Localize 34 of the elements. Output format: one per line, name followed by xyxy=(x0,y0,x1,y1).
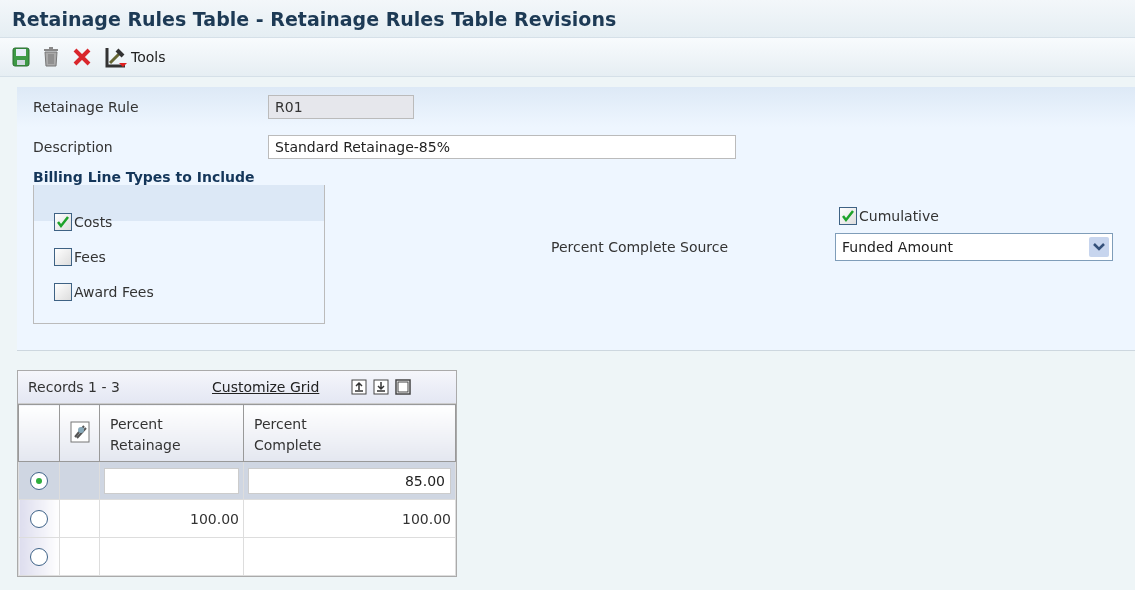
checkbox-label: Award Fees xyxy=(74,284,154,300)
maximize-icon[interactable] xyxy=(395,379,412,395)
trash-icon[interactable] xyxy=(43,47,59,67)
checkbox[interactable] xyxy=(54,213,72,231)
checkbox-label: Cumulative xyxy=(859,208,939,224)
field-label: Retainage Rule xyxy=(33,99,140,115)
chevron-down-icon xyxy=(1089,237,1109,257)
row-radio[interactable] xyxy=(30,509,48,528)
field-label: Percent Complete Source xyxy=(551,239,730,255)
row-radio[interactable] xyxy=(30,471,48,490)
group-title: Billing Line Types to Include xyxy=(32,169,256,185)
checkbox[interactable] xyxy=(54,283,72,301)
source-dropdown[interactable]: Funded Amount xyxy=(835,233,1113,261)
cell-input[interactable]: 85.00 xyxy=(248,467,451,494)
checkbox-label: Costs xyxy=(74,214,113,230)
table-cell: 100.00 xyxy=(190,510,239,527)
hammer-ruler-icon[interactable] xyxy=(105,46,127,68)
export-icon[interactable] xyxy=(351,379,368,395)
row-radio[interactable] xyxy=(30,547,48,566)
window-title: Retainage Rules Table - Retainage Rules Table Revisions xyxy=(12,7,617,30)
close-icon[interactable] xyxy=(72,47,92,67)
customize-grid-link[interactable]: Customize Grid xyxy=(212,379,320,395)
description-field[interactable]: Standard Retainage-85% xyxy=(268,135,736,159)
field-label: Description xyxy=(33,139,114,155)
tools-menu[interactable]: Tools xyxy=(131,49,166,65)
attachment-icon[interactable] xyxy=(69,420,90,443)
table-cell: 100.00 xyxy=(402,510,451,527)
checkbox[interactable] xyxy=(839,207,857,225)
checkbox-label: Fees xyxy=(74,249,106,265)
records-count: Records 1 - 3 xyxy=(28,379,121,395)
checkbox[interactable] xyxy=(54,248,72,266)
save-icon[interactable] xyxy=(12,47,30,67)
import-icon[interactable] xyxy=(373,379,390,395)
cell-input[interactable] xyxy=(104,467,239,494)
